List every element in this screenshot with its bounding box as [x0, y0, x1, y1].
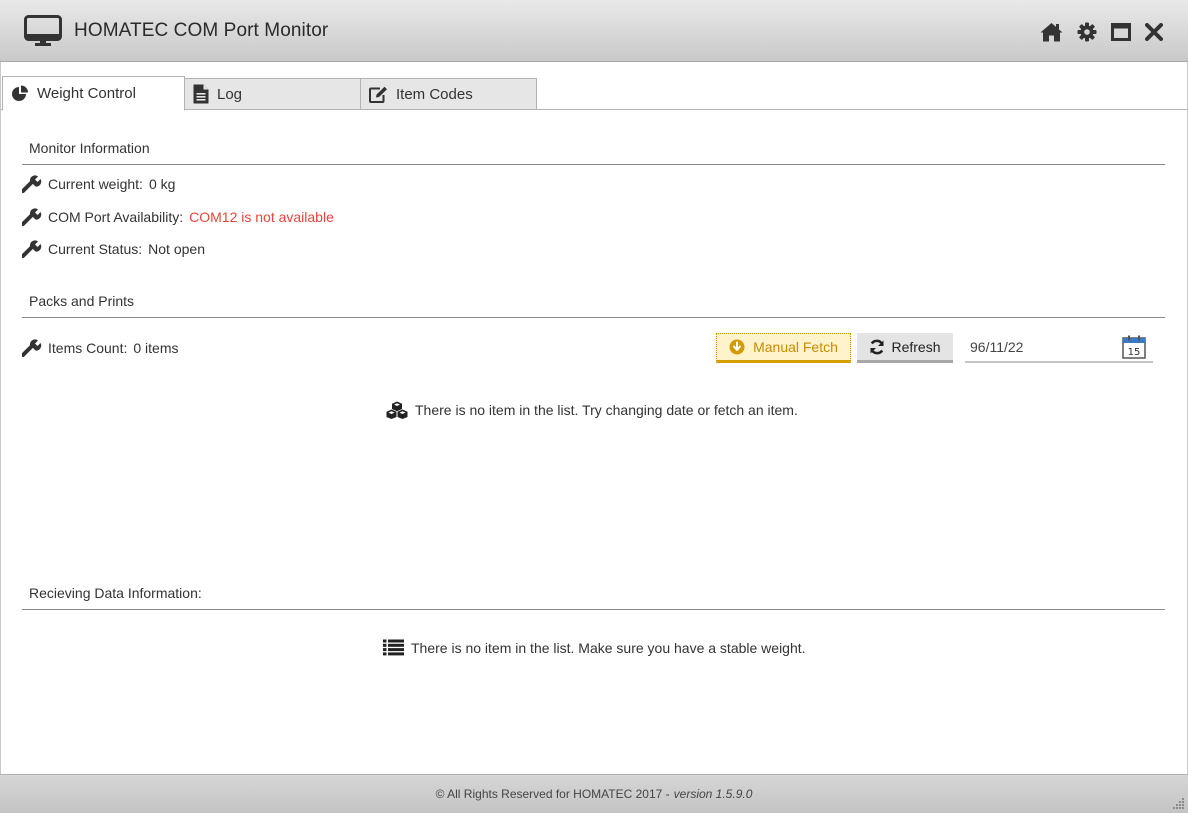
- receiving-empty-message: There is no item in the list. Make sure …: [383, 639, 806, 656]
- section-divider: [22, 164, 1165, 165]
- items-count-label: Items Count:: [48, 340, 128, 356]
- tab-log[interactable]: Log: [184, 78, 361, 110]
- maximize-icon: [1111, 23, 1131, 41]
- calendar-day: 15: [1128, 347, 1141, 358]
- monitor-icon: [24, 15, 62, 46]
- packs-empty-message: There is no item in the list. Try changi…: [386, 401, 798, 419]
- manual-fetch-label: Manual Fetch: [753, 339, 838, 355]
- gear-icon: [1077, 22, 1097, 42]
- home-button[interactable]: [1039, 20, 1063, 44]
- tab-label: Weight Control: [37, 85, 136, 102]
- section-divider: [22, 609, 1165, 610]
- current-status-value: Not open: [148, 241, 205, 257]
- refresh-label: Refresh: [891, 338, 941, 355]
- wrench-icon: [22, 208, 42, 226]
- section-divider: [22, 317, 1165, 318]
- pie-chart-icon: [12, 85, 28, 101]
- empty-message-text: There is no item in the list. Try changi…: [415, 402, 798, 418]
- document-icon: [193, 84, 209, 104]
- calendar-icon[interactable]: 15: [1122, 335, 1146, 359]
- maximize-button[interactable]: [1109, 20, 1133, 44]
- wrench-icon: [22, 339, 42, 357]
- empty-message-text: There is no item in the list. Make sure …: [411, 639, 806, 656]
- close-icon: [1145, 23, 1163, 41]
- wrench-icon: [22, 240, 42, 258]
- receiving-section-title: Recieving Data Information:: [29, 585, 202, 601]
- current-weight-value: 0 kg: [148, 176, 176, 192]
- refresh-button[interactable]: Refresh: [857, 333, 953, 363]
- version-text: version 1.5.9.0: [673, 787, 753, 801]
- resize-grip-icon[interactable]: [1171, 796, 1185, 810]
- current-weight-row: Current weight: 0 kg: [22, 175, 175, 193]
- tab-strip: Weight Control Log Item Codes: [1, 76, 1188, 111]
- status-bar: © All Rights Reserved for HOMATEC 2017 -…: [0, 774, 1188, 813]
- items-count-row: Items Count: 0 items: [22, 339, 179, 357]
- com-availability-value: COM12 is not available: [189, 209, 334, 225]
- date-picker: 15: [965, 332, 1153, 363]
- tab-label: Item Codes: [396, 85, 473, 103]
- list-icon: [383, 639, 404, 656]
- tab-weight-control[interactable]: Weight Control: [2, 76, 185, 111]
- manual-fetch-button[interactable]: Manual Fetch: [716, 333, 851, 363]
- settings-button[interactable]: [1075, 20, 1099, 44]
- tab-item-codes[interactable]: Item Codes: [360, 78, 537, 110]
- tab-label: Log: [217, 85, 243, 103]
- cubes-icon: [386, 401, 408, 419]
- home-icon: [1040, 23, 1062, 42]
- arrow-down-circle-icon: [729, 339, 745, 355]
- com-availability-row: COM Port Availability: COM12 is not avai…: [22, 208, 334, 226]
- current-status-label: Current Status:: [48, 241, 143, 257]
- current-status-row: Current Status: Not open: [22, 240, 205, 258]
- copyright-text: © All Rights Reserved for HOMATEC 2017 -: [435, 787, 670, 801]
- items-count-value: 0 items: [133, 340, 179, 356]
- date-input[interactable]: [970, 336, 1110, 358]
- window-title: HOMATEC COM Port Monitor: [74, 20, 329, 41]
- wrench-icon: [22, 175, 42, 193]
- title-bar[interactable]: HOMATEC COM Port Monitor: [0, 0, 1188, 62]
- monitor-section-title: Monitor Information: [29, 140, 150, 156]
- refresh-icon: [870, 339, 885, 354]
- close-button[interactable]: [1142, 20, 1166, 44]
- com-availability-label: COM Port Availability:: [48, 209, 184, 225]
- packs-section-title: Packs and Prints: [29, 293, 135, 309]
- edit-icon: [369, 86, 387, 103]
- current-weight-label: Current weight:: [48, 176, 143, 192]
